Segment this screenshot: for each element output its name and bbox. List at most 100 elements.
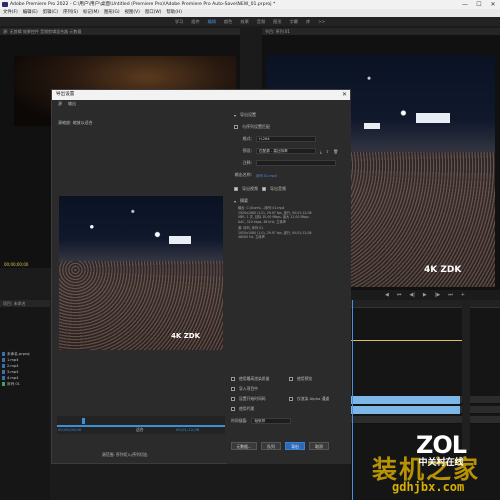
option-checkbox[interactable] bbox=[231, 377, 235, 381]
source-zoom-select[interactable]: 源缩放: 缩放以适合 bbox=[58, 120, 93, 126]
preview-timecode-out[interactable]: 00;01;12;08 bbox=[176, 427, 199, 432]
cancel-button[interactable]: 取消 bbox=[309, 442, 329, 450]
export-video-checkbox[interactable] bbox=[234, 187, 238, 191]
menu-view[interactable]: 视图(V) bbox=[125, 9, 140, 17]
minimize-icon[interactable]: — bbox=[458, 0, 472, 9]
metadata-button[interactable]: 元数据... bbox=[231, 442, 257, 450]
video-clip[interactable] bbox=[350, 406, 460, 414]
project-panel-header[interactable]: 项目: 未命名 bbox=[0, 300, 50, 307]
option-row[interactable]: 仅渲染 Alpha 通道 bbox=[289, 396, 329, 402]
workspace-tabs: 学习 组件 编辑 颜色 效果 音频 图形 字幕 库 >> bbox=[0, 17, 500, 26]
comments-input[interactable] bbox=[256, 160, 336, 166]
project-item-name: 4.mp4 bbox=[7, 376, 19, 380]
timeline-playhead[interactable] bbox=[352, 300, 353, 500]
output-name-link[interactable]: 序列 01.mp4 bbox=[256, 173, 277, 178]
option-row[interactable]: 使用预览 bbox=[289, 376, 312, 382]
workspace-tab[interactable]: 图形 bbox=[273, 17, 281, 26]
video-track[interactable] bbox=[350, 406, 500, 414]
option-row[interactable]: 设置开始时间码 bbox=[231, 396, 266, 402]
match-sequence-row[interactable]: 与序列设置匹配 bbox=[234, 124, 270, 130]
project-item-name: 1.mp4 bbox=[7, 358, 19, 362]
audio-track[interactable] bbox=[350, 416, 500, 424]
match-sequence-checkbox[interactable] bbox=[234, 125, 238, 129]
tab-output[interactable]: 输出 bbox=[68, 100, 76, 108]
chevron-down-icon[interactable]: ▾ bbox=[234, 113, 236, 118]
dialog-preview-pane: 源 输出 源缩放: 缩放以适合 4K ZDK bbox=[52, 100, 227, 440]
source-timecode[interactable]: 00;00;00;00 bbox=[4, 262, 28, 267]
menu-help[interactable]: 帮助(H) bbox=[166, 9, 182, 17]
workspace-tab[interactable]: 颜色 bbox=[224, 17, 232, 26]
menu-window[interactable]: 窗口(W) bbox=[145, 9, 162, 17]
format-select[interactable]: H.264 bbox=[256, 136, 316, 142]
import-preset-icon[interactable]: ⇪ bbox=[326, 149, 329, 154]
play-icon[interactable]: ▶ bbox=[423, 292, 427, 298]
menu-sequence[interactable]: 序列(S) bbox=[63, 9, 78, 17]
add-button-icon[interactable]: + bbox=[461, 292, 465, 298]
interpolation-select[interactable]: 帧采样 bbox=[251, 418, 292, 424]
option-checkbox[interactable] bbox=[231, 387, 235, 391]
workspace-tab[interactable]: 音频 bbox=[257, 17, 265, 26]
video-clip[interactable] bbox=[350, 396, 460, 404]
option-checkbox[interactable] bbox=[231, 407, 235, 411]
source-range-value[interactable]: 序列切入/序列切出 bbox=[116, 452, 148, 457]
workspace-tab[interactable]: 库 bbox=[306, 17, 310, 26]
workspace-overflow-icon[interactable]: >> bbox=[318, 17, 325, 26]
project-item-name: 序列 01 bbox=[7, 381, 20, 386]
workspace-tab[interactable]: 效果 bbox=[240, 17, 248, 26]
chevron-down-icon[interactable]: ▾ bbox=[234, 199, 236, 204]
export-button[interactable]: 导出 bbox=[285, 442, 305, 450]
source-monitor-header[interactable]: 源: 无剪辑 效果控件 音频剪辑混合器 元数据 bbox=[0, 28, 240, 35]
video-watermark: 4K ZDK bbox=[171, 332, 200, 340]
dialog-close-icon[interactable]: ✕ bbox=[342, 90, 347, 100]
menu-edit[interactable]: 编辑(E) bbox=[23, 9, 38, 17]
dialog-title: 导出设置 bbox=[56, 92, 75, 97]
preset-select[interactable]: 匹配源 - 高比特率 bbox=[256, 148, 316, 154]
source-range[interactable]: 源范围: 序列切入/序列切出 bbox=[102, 452, 148, 458]
work-area-bar[interactable] bbox=[350, 340, 470, 341]
go-to-in-icon[interactable]: ⏮ bbox=[397, 292, 402, 298]
export-audio-label: 导出音频 bbox=[270, 186, 286, 191]
preview-fit-select[interactable]: 适合 bbox=[136, 427, 144, 433]
menu-markers[interactable]: 标记(M) bbox=[83, 9, 99, 17]
interpolation-label: 时间插值: bbox=[231, 418, 248, 423]
option-checkbox[interactable] bbox=[231, 397, 235, 401]
menu-graphics[interactable]: 图形(G) bbox=[104, 9, 120, 17]
tools-panel[interactable] bbox=[462, 300, 470, 450]
queue-button[interactable]: 队列 bbox=[261, 442, 281, 450]
window-title: Adobe Premiere Pro 2022 - C:\用户\用户\桌面\Un… bbox=[10, 2, 276, 7]
preview-timecode-in[interactable]: 00;00;00;00 bbox=[58, 427, 81, 432]
workspace-tab-active[interactable]: 编辑 bbox=[208, 17, 216, 26]
project-item-name: 3.mp4 bbox=[7, 370, 19, 374]
section-title: 导出设置 bbox=[240, 112, 257, 117]
save-preset-icon[interactable]: ⤓ bbox=[320, 149, 322, 154]
project-item[interactable]: 序列 01 bbox=[0, 381, 50, 387]
delete-preset-icon[interactable]: 🗑 bbox=[333, 149, 338, 154]
go-to-out-icon[interactable]: ⏭ bbox=[448, 292, 453, 298]
close-icon[interactable]: ✕ bbox=[486, 0, 500, 9]
dialog-title-bar: 导出设置 ✕ bbox=[52, 90, 350, 100]
option-checkbox[interactable] bbox=[289, 397, 293, 401]
scrubber-playhead[interactable] bbox=[82, 418, 85, 424]
menu-clip[interactable]: 剪辑(C) bbox=[43, 9, 58, 17]
timeline-ruler[interactable] bbox=[350, 300, 500, 308]
option-label: 使用预览 bbox=[297, 376, 313, 381]
option-row[interactable]: 导入项目中 bbox=[231, 386, 258, 392]
workspace-tab[interactable]: 组件 bbox=[191, 17, 199, 26]
option-row[interactable]: 使用代理 bbox=[231, 406, 254, 412]
menu-file[interactable]: 文件(F) bbox=[3, 9, 18, 17]
tab-source[interactable]: 源 bbox=[58, 100, 62, 108]
export-audio-checkbox[interactable] bbox=[262, 187, 266, 191]
option-checkbox[interactable] bbox=[289, 377, 293, 381]
export-preview-frame: 4K ZDK bbox=[59, 196, 223, 350]
step-forward-icon[interactable]: |▶ bbox=[435, 292, 441, 298]
mark-in-icon[interactable]: ◀ bbox=[385, 292, 389, 298]
workspace-tab[interactable]: 学习 bbox=[175, 17, 183, 26]
video-track[interactable] bbox=[350, 396, 500, 404]
option-row[interactable]: 使用最高渲染质量 bbox=[231, 376, 269, 382]
workspace-tab[interactable]: 字幕 bbox=[290, 17, 298, 26]
zol-logo-cn: 中关村在线 bbox=[418, 458, 464, 468]
maximize-icon[interactable]: ☐ bbox=[472, 0, 486, 9]
program-monitor-header[interactable]: 节目: 序列 01 bbox=[262, 28, 500, 35]
watermark-text: ZDK bbox=[183, 332, 201, 340]
step-back-icon[interactable]: ◀| bbox=[409, 292, 415, 298]
